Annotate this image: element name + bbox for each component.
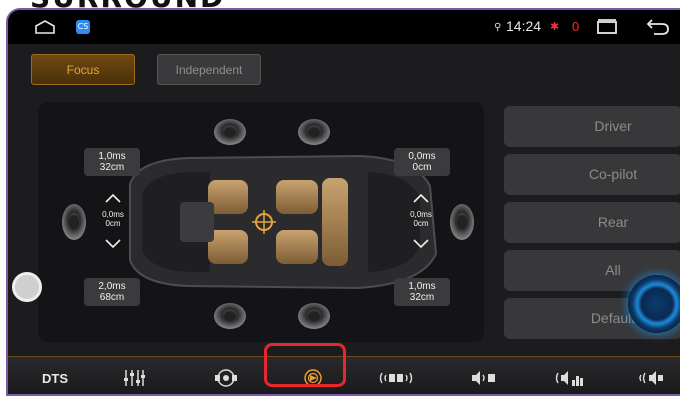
sound-field-icon: [379, 372, 413, 384]
center-right-value: 0,0ms 0cm: [401, 210, 441, 228]
distance-value: 68cm: [99, 292, 125, 303]
status-time: 14:24: [506, 18, 542, 34]
position-rear-button[interactable]: Rear: [504, 202, 680, 243]
independent-mode-button[interactable]: Independent: [157, 54, 261, 85]
speaker-bass-icon: [555, 371, 583, 386]
tab-equalizer[interactable]: [104, 357, 164, 394]
app-badge-icon[interactable]: CS: [76, 20, 90, 34]
position-copilot-button[interactable]: Co-pilot: [504, 154, 680, 195]
speaker-front-right-icon: [298, 119, 330, 145]
center-left-value: 0,0ms 0cm: [93, 210, 133, 228]
speaker-rear-right-icon: [298, 303, 330, 329]
tab-sound-field[interactable]: [366, 357, 426, 394]
tab-dts[interactable]: DTS: [30, 357, 80, 394]
distance-value: 0cm: [105, 219, 121, 228]
back-icon[interactable]: [646, 18, 670, 41]
highlight-box: [264, 343, 346, 387]
focus-mode-button[interactable]: Focus: [31, 54, 135, 85]
speaker-front-left-icon: [214, 119, 246, 145]
location-icon: ⚲: [494, 22, 502, 33]
position-driver-button[interactable]: Driver: [504, 106, 680, 147]
delay-rear-right[interactable]: 1,0ms 32cm: [394, 278, 450, 306]
left-down-arrow-icon[interactable]: [104, 238, 122, 250]
tab-speaker-bass[interactable]: [540, 357, 600, 394]
distance-value: 0cm: [413, 219, 429, 228]
voice-assistant-icon[interactable]: [628, 275, 680, 333]
speaker-left-icon: [472, 371, 495, 385]
distance-value: 0cm: [412, 162, 432, 173]
floating-assist-ball[interactable]: [12, 272, 42, 302]
distance-value: 32cm: [99, 162, 125, 173]
tab-speaker-left[interactable]: [454, 357, 514, 394]
delay-front-left[interactable]: 1,0ms 32cm: [84, 148, 140, 176]
delay-value: 0,0ms: [408, 151, 436, 162]
distance-value: 32cm: [409, 292, 435, 303]
delay-value: 1,0ms: [98, 151, 126, 162]
equalizer-icon: [124, 370, 145, 386]
speaker-wave-icon: [639, 371, 663, 385]
delay-value: 2,0ms: [98, 281, 126, 292]
delay-front-right[interactable]: 0,0ms 0cm: [394, 148, 450, 176]
recents-icon[interactable]: [596, 19, 618, 40]
tab-balance[interactable]: [196, 357, 256, 394]
status-bar: CS ⚲ 14:24 ✱ 0: [8, 10, 680, 44]
delay-value: 0,0ms: [410, 210, 432, 219]
balance-icon: [215, 369, 237, 387]
head-unit-screen: CS ⚲ 14:24 ✱ 0 Focus Independent 1,0ms 3…: [6, 8, 680, 396]
delay-value: 0,0ms: [102, 210, 124, 219]
delay-value: 1,0ms: [408, 281, 436, 292]
speaker-left-door-icon: [62, 204, 86, 240]
volume-level: 0: [572, 19, 580, 34]
tab-speaker-wave[interactable]: [622, 357, 680, 394]
left-up-arrow-icon[interactable]: [104, 192, 122, 204]
right-up-arrow-icon[interactable]: [412, 192, 430, 204]
right-down-arrow-icon[interactable]: [412, 238, 430, 250]
delay-rear-left[interactable]: 2,0ms 68cm: [84, 278, 140, 306]
volume-muted-icon: ✱: [550, 21, 560, 33]
speaker-stage: 1,0ms 32cm 0,0ms 0cm 2,0ms 68cm 1,0ms 32…: [38, 102, 484, 342]
speaker-right-door-icon: [450, 204, 474, 240]
speaker-rear-left-icon: [214, 303, 246, 329]
home-icon[interactable]: [34, 20, 56, 39]
